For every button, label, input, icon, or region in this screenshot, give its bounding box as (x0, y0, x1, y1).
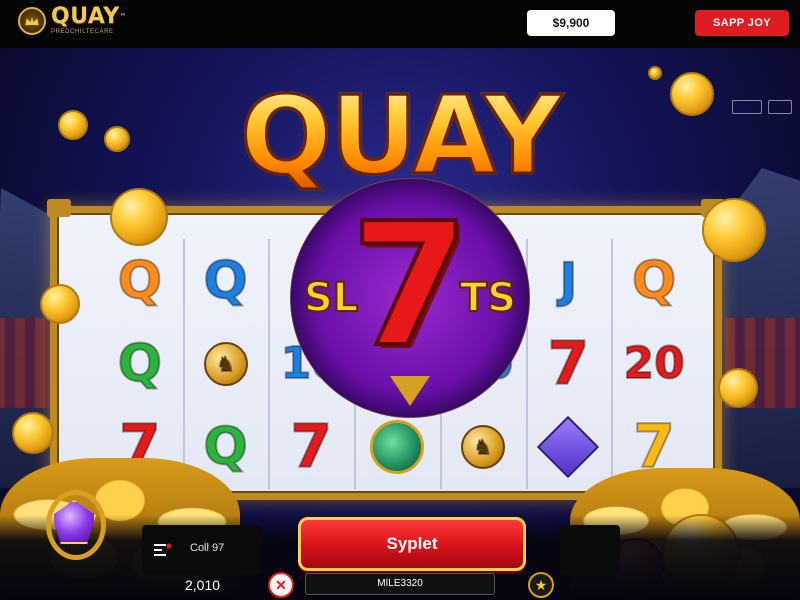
trademark-mark: ™ (119, 13, 127, 20)
star-icon[interactable]: ★ (528, 572, 554, 598)
reel-cell: Q (611, 239, 697, 322)
reel-cell: J (526, 239, 612, 322)
control-panel: Coll 97 2,010 Syplet ✕ MILE3320 ★ (0, 515, 800, 600)
reel-symbol: Q (117, 333, 163, 395)
brand-logo[interactable]: QUAY™ PREDCHILTECARE (18, 6, 126, 36)
clover-icon (369, 420, 424, 475)
reel-cell: 20 (611, 322, 697, 405)
reel-separator (268, 239, 271, 489)
reel-symbol: 20 (623, 337, 686, 390)
ticket-icon[interactable] (732, 100, 762, 114)
reel-cell (526, 406, 612, 489)
logo-text: QUAY™ PREDCHILTECARE (51, 6, 126, 36)
bet-box[interactable]: Coll 97 (142, 525, 262, 575)
reel-cell: Q (97, 322, 183, 405)
credits-value: 2,010 (185, 577, 221, 593)
reel-cell: Q (97, 239, 183, 322)
reel-symbol: 7 (289, 411, 333, 483)
coin-icon (702, 198, 766, 262)
coin-icon (648, 66, 662, 80)
reel-cell: 7 (268, 406, 354, 489)
coin-icon (718, 368, 758, 408)
reel-separator (182, 239, 185, 489)
join-button[interactable]: SAPP JOY (695, 10, 789, 36)
amulet-icon (38, 480, 118, 570)
emblem-seven: 7 (349, 187, 471, 385)
spin-button[interactable]: Syplet (298, 517, 526, 571)
reel-symbol: Q (117, 250, 163, 312)
reel-symbol: Q (202, 250, 248, 312)
crown-icon (18, 7, 46, 35)
menu-icon[interactable] (152, 539, 174, 561)
win-display: MILE3320 (305, 573, 495, 595)
reel-symbol: Q (202, 416, 248, 478)
coin-emblem-icon: ♞ (203, 341, 248, 386)
card-icon[interactable] (768, 100, 792, 114)
coin-icon (12, 412, 54, 454)
bet-label: Coll 97 (190, 542, 225, 554)
coin-icon (40, 284, 80, 324)
reel-symbol: Q (631, 250, 677, 312)
reel-cell: 7 (526, 322, 612, 405)
top-bar: QUAY™ PREDCHILTECARE $9,900 SAPP JOY (0, 0, 800, 48)
logo-title: QUAY (51, 4, 120, 29)
reel-separator (611, 239, 614, 489)
coin-icon (670, 72, 714, 116)
reel-symbol: J (558, 252, 578, 310)
close-icon[interactable]: ✕ (268, 572, 294, 598)
coin-icon (104, 126, 130, 152)
balance-display[interactable]: $9,900 (527, 10, 615, 36)
logo-subtitle: PREDCHILTECARE (51, 29, 114, 35)
side-panel-box (560, 525, 620, 575)
reel-cell: ♞ (183, 322, 269, 405)
reel-cell (354, 406, 440, 489)
gem-icon (537, 416, 600, 479)
reel-cell: ♞ (440, 406, 526, 489)
coin-emblem-icon: ♞ (460, 425, 505, 470)
sevens-emblem: SL TS 7 (290, 178, 530, 418)
coin-icon (58, 110, 88, 140)
reel-cell: Q (183, 239, 269, 322)
reel-symbol: 7 (547, 328, 591, 400)
coin-icon (110, 188, 168, 246)
